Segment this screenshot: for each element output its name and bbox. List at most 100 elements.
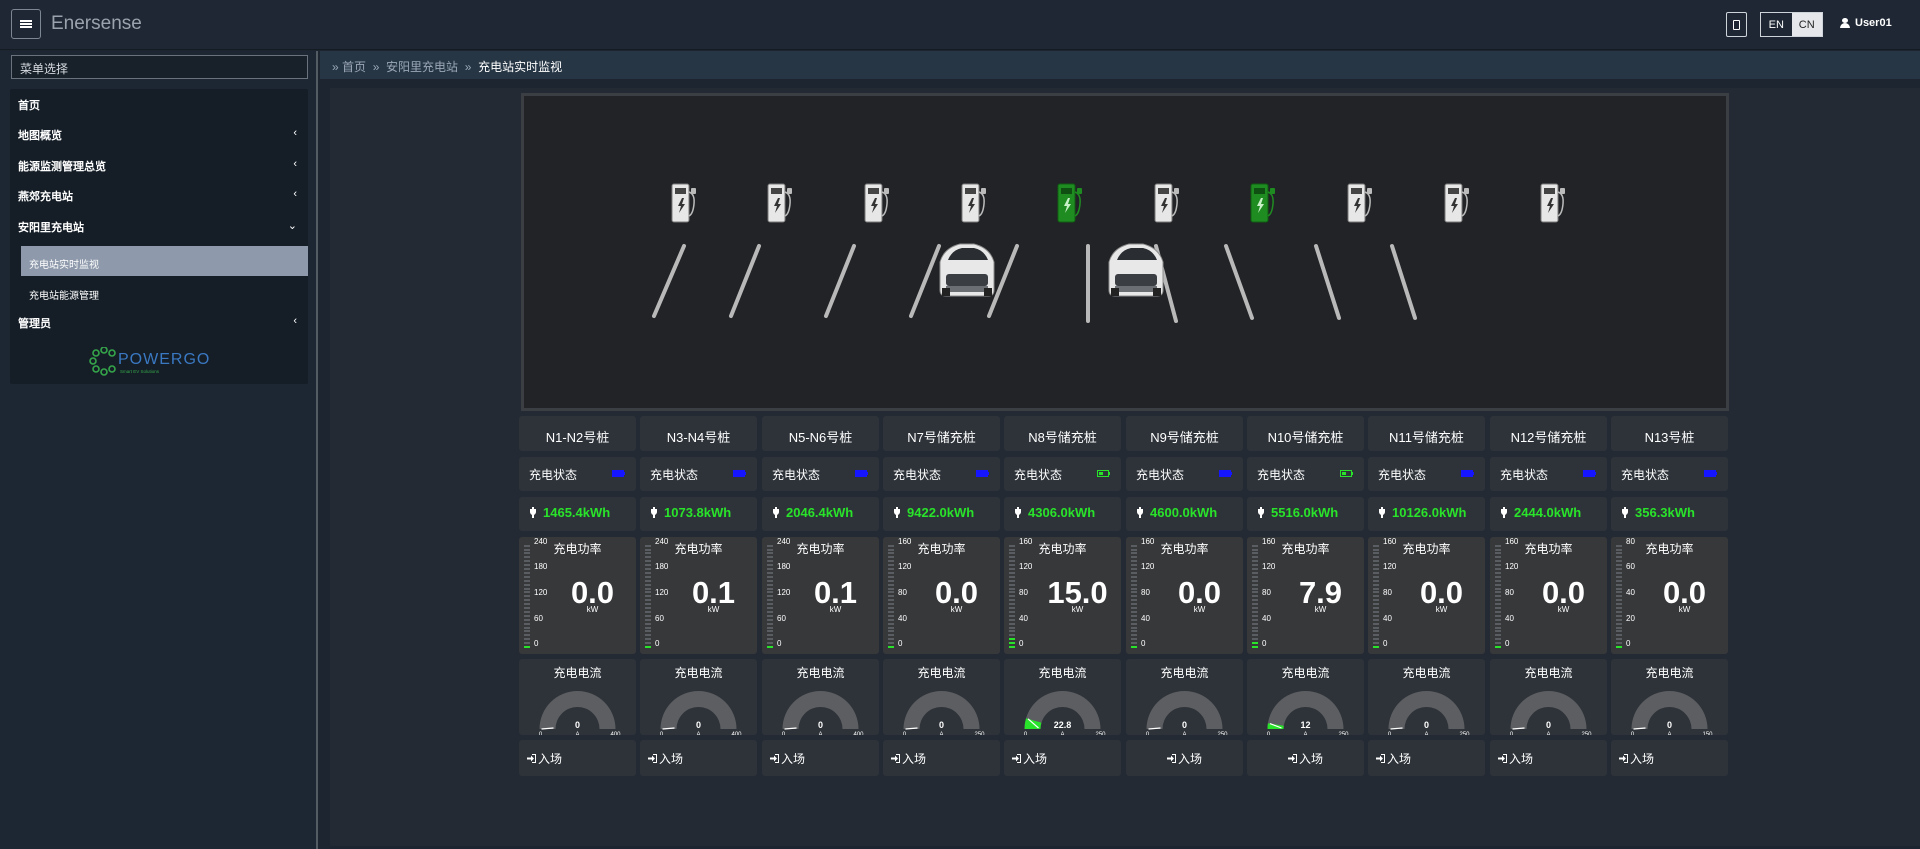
power-scale-segment [645,630,651,633]
breadcrumb-station[interactable]: 安阳里充电站 [386,60,458,74]
sidebar-item-energy-overview[interactable]: 能源监测管理总览 ‹ [10,150,308,180]
car-icon [939,243,995,297]
pile-entry-button[interactable]: 入场 [519,740,636,776]
power-scale-segment [1009,642,1015,645]
power-unit: kW [829,605,842,614]
sidebar-item-home[interactable]: 首页 [10,89,308,119]
pile-entry-button[interactable]: 入场 [1611,740,1728,776]
sign-in-icon [891,754,900,763]
entry-label: 入场 [1387,752,1412,766]
power-scale-segment [524,587,530,590]
charger-icon[interactable] [1444,183,1469,223]
power-scale-segment [1131,575,1137,578]
status-label: 充电状态 [529,468,578,482]
power-scale-segment [767,603,773,606]
power-scale-tick: 180 [534,562,548,571]
pile-entry-button[interactable]: 入场 [1247,740,1364,776]
breadcrumb-home[interactable]: 首页 [342,60,366,74]
pile-name-card: N1-N2号桩 [519,416,636,451]
power-scale-tick: 60 [534,614,543,623]
pile-entry-button[interactable]: 入场 [1004,740,1121,776]
sidebar-item-energy-management[interactable]: 充电站能源管理 [21,277,308,307]
charger-icon[interactable] [961,183,986,223]
lang-cn-button[interactable]: CN [1791,13,1822,36]
pile-entry-button[interactable]: 入场 [1126,740,1243,776]
power-scale-segment [1495,610,1501,613]
power-scale-segment [645,568,651,570]
power-scale-tick: 0 [534,639,539,648]
power-scale-segment [888,622,894,625]
charger-icon[interactable] [767,183,792,223]
pile-energy-card: 4306.0kWh [1004,497,1121,531]
power-scale-segment [524,626,530,629]
pile-name-card: N9号储充桩 [1126,416,1243,451]
sidebar-item-admin[interactable]: 管理员 ‹ [10,307,308,337]
language-switch: EN CN [1760,12,1823,37]
status-label: 充电状态 [1621,468,1670,482]
current-value: 0 [939,720,944,730]
sidebar-item-realtime-monitor[interactable]: 充电站实时监视 [21,246,308,276]
power-scale-segment [1009,548,1015,551]
hamburger-menu-button[interactable] [11,9,41,39]
pile-energy: 4600.0kWh [1150,505,1218,520]
power-scale-tick: 0 [1019,639,1024,648]
power-scale-segment [767,630,773,633]
pile-name: N5-N6号桩 [788,430,853,445]
hamburger-icon [20,20,32,28]
charger-icon[interactable] [1347,183,1372,223]
sidebar-item-map[interactable]: 地图概览 ‹ [10,119,308,149]
sidebar-item-yanjiao-station[interactable]: 燕郊充电站 ‹ [10,180,308,210]
power-scale-segment [767,564,773,567]
power-scale-segment [1252,568,1258,570]
pile-current-card: 充电电流 22.8 A 0 250 [1004,659,1121,735]
power-scale-segment [1373,634,1379,637]
parking-lot-diagram [652,183,1565,323]
charger-icon[interactable] [671,183,696,223]
pile-entry-button[interactable]: 入场 [762,740,879,776]
power-scale-tick: 40 [1262,614,1271,623]
status-label: 充电状态 [893,468,942,482]
power-scale-segment [1373,591,1379,594]
charger-icon[interactable] [1540,183,1565,223]
power-scale-segment [524,544,530,547]
user-menu[interactable]: User01 [1840,17,1892,29]
power-scale-segment [1495,583,1501,586]
pile-name: N7号储充桩 [907,430,976,445]
charger-icon[interactable] [1250,183,1275,223]
power-scale-segment [1616,610,1622,613]
power-scale-segment [767,556,773,559]
pile-entry-button[interactable]: 入场 [883,740,1000,776]
power-scale-segment [1616,556,1622,559]
power-scale-segment [524,568,530,570]
power-scale-segment [524,575,530,578]
power-scale-segment [645,556,651,559]
power-scale-segment [1495,622,1501,625]
current-value: 0 [575,720,580,730]
user-icon [1840,18,1850,28]
power-scale-segment [1373,564,1379,567]
power-scale-segment [1252,607,1258,609]
charger-icon[interactable] [1154,183,1179,223]
pile-entry-button[interactable]: 入场 [640,740,757,776]
power-scale-segment [1373,638,1379,641]
power-scale-segment [1495,634,1501,637]
pile-entry-button[interactable]: 入场 [1368,740,1485,776]
power-scale-segment [524,638,530,641]
power-scale-segment [1495,630,1501,633]
power-scale-tick: 240 [655,537,669,546]
power-scale-segment [888,583,894,586]
pile-energy-card: 1465.4kWh [519,497,636,531]
sidebar-item-anyangli-station[interactable]: 安阳里充电站 ⌄ [10,211,308,241]
power-scale-segment [1131,564,1137,567]
user-name: User01 [1855,17,1892,29]
power-scale-segment [1252,560,1258,563]
pile-entry-button[interactable]: 入场 [1490,740,1607,776]
power-scale-segment [1373,646,1379,648]
charger-icon[interactable] [864,183,889,223]
lang-en-button[interactable]: EN [1761,13,1792,36]
power-scale-segment [524,634,530,637]
mobile-view-button[interactable] [1726,12,1747,37]
power-scale-segment [645,548,651,551]
charger-icon[interactable] [1057,183,1082,223]
pile-current-card: 充电电流 0 A 0 250 [1490,659,1607,735]
